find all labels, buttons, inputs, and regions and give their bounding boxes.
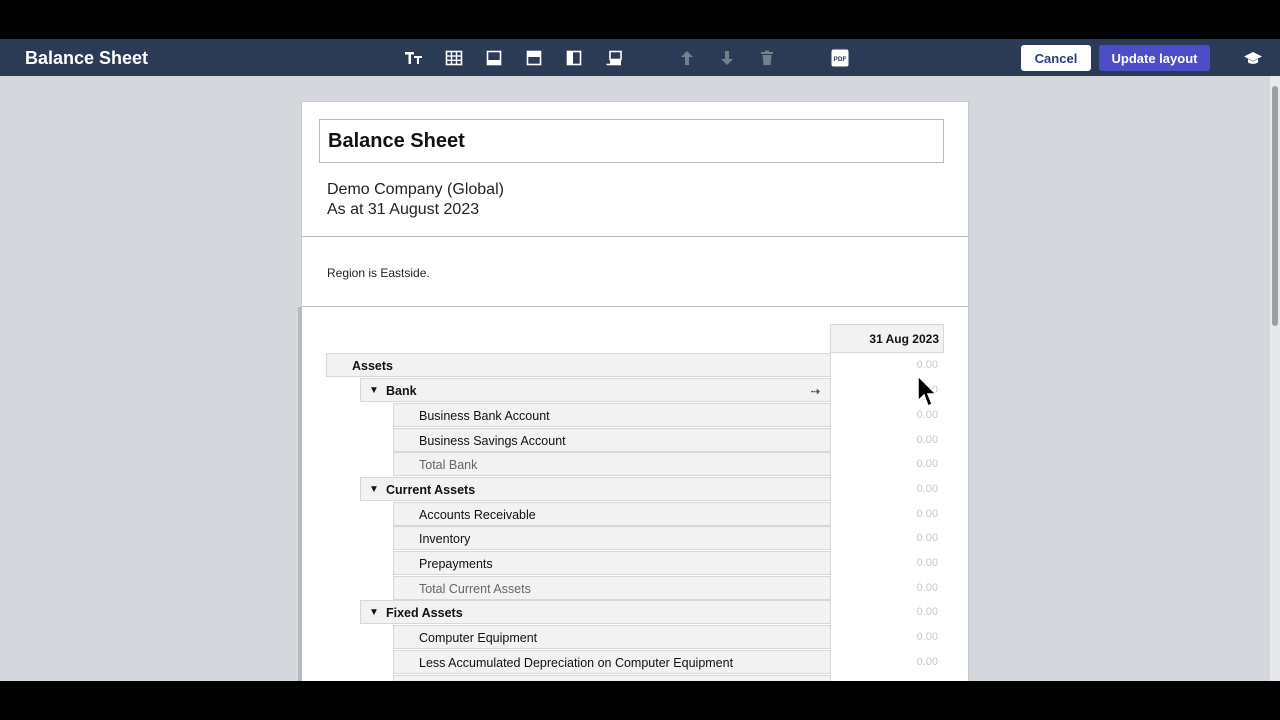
row-value: 0.00	[916, 631, 938, 643]
column-icon	[566, 50, 582, 66]
row-label: Less Accumulated Depreciation on Compute…	[419, 656, 734, 670]
row-value: 0.00	[916, 458, 938, 470]
row-label: Prepayments	[419, 557, 493, 571]
pdf-icon-label: PDF	[834, 56, 847, 63]
summary-icon	[606, 50, 622, 66]
row-less-accumulated-depreciation[interactable]: Less Accumulated Depreciation on Compute…	[393, 650, 831, 674]
row-label: Current Assets	[386, 483, 476, 497]
column-header-date[interactable]: 31 Aug 2023	[830, 324, 944, 353]
row-value: 0.00	[916, 483, 938, 495]
row-assets[interactable]: Assets	[326, 353, 831, 377]
move-down-button[interactable]	[716, 47, 738, 69]
screen: Balance Sheet PDF Cancel Update layout B…	[0, 0, 1280, 720]
export-pdf-button[interactable]: PDF	[829, 47, 851, 69]
row-label: Accounts Receivable	[419, 508, 536, 522]
row-value: 0.00	[916, 606, 938, 618]
row-value: 0.00	[916, 508, 938, 520]
vertical-scrollbar[interactable]	[1270, 76, 1280, 681]
report-title-input[interactable]	[319, 119, 944, 163]
row-bank[interactable]: ▼ Bank ⇢	[360, 378, 831, 402]
arrow-up-icon	[681, 51, 693, 65]
row-value: 0.00	[916, 359, 938, 371]
add-text-button[interactable]	[403, 47, 425, 69]
add-header-button[interactable]	[523, 47, 545, 69]
row-value: 0.00	[916, 532, 938, 544]
row-value: 0.00	[916, 409, 938, 421]
row-label: Fixed Assets	[386, 606, 463, 620]
footer-icon	[486, 50, 502, 66]
collapse-triangle-icon[interactable]: ▼	[369, 607, 379, 618]
add-summary-button[interactable]	[603, 47, 625, 69]
row-inventory[interactable]: Inventory	[393, 526, 831, 550]
row-prepayments[interactable]: Prepayments	[393, 551, 831, 575]
update-layout-button[interactable]: Update layout	[1099, 45, 1210, 71]
row-current-assets[interactable]: ▼ Current Assets	[360, 477, 831, 501]
help-button[interactable]	[1242, 47, 1264, 69]
row-label: Bank	[386, 384, 417, 398]
header-icon	[526, 50, 542, 66]
graduation-cap-icon	[1244, 52, 1262, 64]
report-date: As at 31 August 2023	[327, 201, 480, 218]
row-label: Total Bank	[419, 458, 478, 472]
layout-editor: Balance Sheet PDF Cancel Update layout B…	[0, 39, 1280, 681]
cancel-button[interactable]: Cancel	[1021, 45, 1091, 71]
collapse-triangle-icon[interactable]: ▼	[369, 385, 379, 396]
divider	[302, 236, 968, 237]
filter-text[interactable]: Region is Eastside.	[327, 266, 430, 280]
divider	[302, 306, 968, 307]
row-fixed-assets[interactable]: ▼ Fixed Assets	[360, 600, 831, 624]
report-canvas: Demo Company (Global) As at 31 August 20…	[298, 101, 969, 681]
scroll-thumb[interactable]	[1272, 86, 1278, 326]
add-table-button[interactable]	[443, 47, 465, 69]
page-title: Balance Sheet	[25, 48, 149, 68]
section-indicator	[298, 307, 302, 681]
company-name: Demo Company (Global)	[327, 181, 504, 198]
row-total-bank[interactable]: Total Bank	[393, 452, 831, 476]
row-label: Total Current Assets	[419, 582, 531, 596]
add-footer-button[interactable]	[483, 47, 505, 69]
top-toolbar: Balance Sheet PDF Cancel Update layout	[0, 39, 1280, 76]
text-icon	[405, 52, 422, 64]
row-partial[interactable]	[393, 675, 831, 681]
pdf-icon: PDF	[831, 49, 849, 67]
collapse-triangle-icon[interactable]: ▼	[369, 484, 379, 495]
row-value: 0.00	[916, 384, 938, 396]
move-arrow-icon[interactable]: ⇢	[811, 385, 820, 398]
row-value: 0.00	[916, 656, 938, 668]
row-value: 0.00	[916, 582, 938, 594]
row-label: Business Savings Account	[419, 434, 566, 448]
add-column-button[interactable]	[563, 47, 585, 69]
row-accounts-receivable[interactable]: Accounts Receivable	[393, 502, 831, 526]
trash-icon	[761, 50, 773, 65]
table-icon	[445, 50, 463, 66]
row-computer-equipment[interactable]: Computer Equipment	[393, 625, 831, 649]
row-label: Business Bank Account	[419, 409, 550, 423]
row-business-bank-account[interactable]: Business Bank Account	[393, 403, 831, 427]
row-business-savings-account[interactable]: Business Savings Account	[393, 428, 831, 452]
delete-button[interactable]	[756, 47, 778, 69]
row-total-current-assets[interactable]: Total Current Assets	[393, 576, 831, 600]
row-label: Assets	[352, 359, 393, 373]
row-label: Computer Equipment	[419, 631, 538, 645]
arrow-down-icon	[721, 51, 733, 65]
move-up-button[interactable]	[676, 47, 698, 69]
row-value: 0.00	[916, 434, 938, 446]
row-label: Inventory	[419, 532, 471, 546]
row-value: 0.00	[916, 557, 938, 569]
